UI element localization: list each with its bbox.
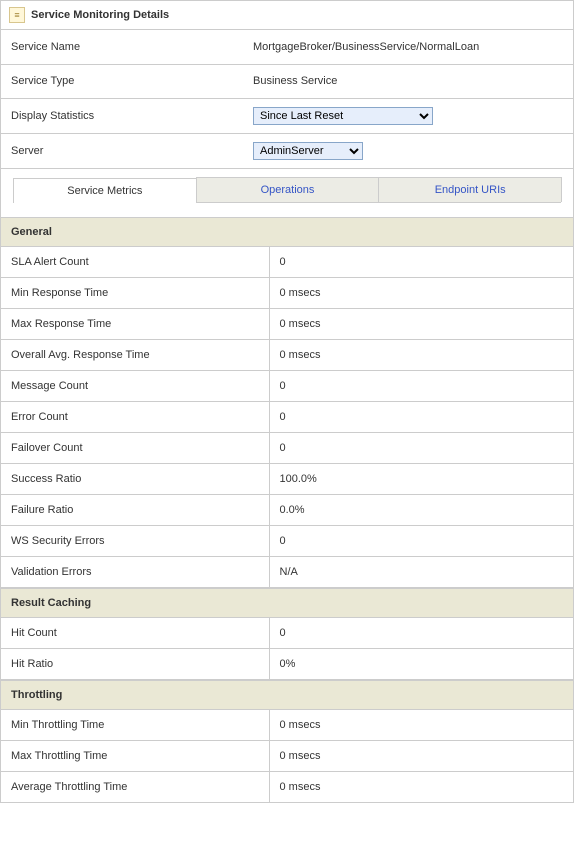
section-header-general: General: [1, 217, 573, 247]
section-throttling: ThrottlingMin Throttling Time0 msecsMax …: [1, 680, 573, 803]
metric-value: 0 msecs: [269, 339, 573, 370]
metric-value: 0 msecs: [269, 771, 573, 802]
metric-label: SLA Alert Count: [1, 247, 269, 278]
metrics-table: Hit Count0Hit Ratio0%: [1, 618, 573, 680]
metric-value: 0: [269, 247, 573, 278]
metric-label: Success Ratio: [1, 463, 269, 494]
table-row: Success Ratio100.0%: [1, 463, 573, 494]
metric-label: Failover Count: [1, 432, 269, 463]
metric-label: Validation Errors: [1, 556, 269, 587]
metric-label: Overall Avg. Response Time: [1, 339, 269, 370]
document-icon: ≡: [9, 7, 25, 23]
table-row: Message Count0: [1, 370, 573, 401]
table-row: SLA Alert Count0: [1, 247, 573, 278]
metric-value: 0: [269, 401, 573, 432]
table-row: WS Security Errors0: [1, 525, 573, 556]
metric-label: Hit Count: [1, 618, 269, 649]
metric-label: Hit Ratio: [1, 648, 269, 679]
table-row: Max Throttling Time0 msecs: [1, 740, 573, 771]
table-row: Error Count0: [1, 401, 573, 432]
service-type-label: Service Type: [1, 64, 243, 98]
server-label: Server: [1, 133, 243, 168]
sections-container: GeneralSLA Alert Count0Min Response Time…: [1, 217, 573, 803]
service-info-table: Service Name MortgageBroker/BusinessServ…: [1, 30, 573, 169]
display-statistics-select[interactable]: Since Last Reset: [253, 107, 433, 125]
table-row: Max Response Time0 msecs: [1, 308, 573, 339]
metric-value: N/A: [269, 556, 573, 587]
table-row: Failover Count0: [1, 432, 573, 463]
table-row: Min Response Time0 msecs: [1, 277, 573, 308]
metric-label: Min Response Time: [1, 277, 269, 308]
metric-value: 0 msecs: [269, 710, 573, 741]
service-name-label: Service Name: [1, 30, 243, 64]
server-select[interactable]: AdminServer: [253, 142, 363, 160]
section-general: GeneralSLA Alert Count0Min Response Time…: [1, 217, 573, 588]
service-type-value: Business Service: [243, 64, 573, 98]
section-result-caching: Result CachingHit Count0Hit Ratio0%: [1, 588, 573, 680]
metric-value: 0: [269, 525, 573, 556]
section-header-throttling: Throttling: [1, 680, 573, 710]
metric-value: 0%: [269, 648, 573, 679]
table-row: Average Throttling Time0 msecs: [1, 771, 573, 802]
metric-value: 0.0%: [269, 494, 573, 525]
table-row: Failure Ratio0.0%: [1, 494, 573, 525]
metric-label: Message Count: [1, 370, 269, 401]
tabs-container: Service Metrics Operations Endpoint URIs: [1, 169, 573, 203]
table-row: Overall Avg. Response Time0 msecs: [1, 339, 573, 370]
metric-label: Average Throttling Time: [1, 771, 269, 802]
metrics-table: SLA Alert Count0Min Response Time0 msecs…: [1, 247, 573, 588]
metric-value: 0: [269, 432, 573, 463]
metric-label: Error Count: [1, 401, 269, 432]
metric-value: 100.0%: [269, 463, 573, 494]
section-header-result-caching: Result Caching: [1, 588, 573, 618]
metrics-table: Min Throttling Time0 msecsMax Throttling…: [1, 710, 573, 803]
metric-value: 0: [269, 370, 573, 401]
metric-value: 0 msecs: [269, 740, 573, 771]
table-row: Hit Ratio0%: [1, 648, 573, 679]
metric-value: 0: [269, 618, 573, 649]
service-monitoring-panel: ≡ Service Monitoring Details Service Nam…: [0, 0, 574, 803]
metric-label: Min Throttling Time: [1, 710, 269, 741]
metric-label: WS Security Errors: [1, 525, 269, 556]
metric-value: 0 msecs: [269, 277, 573, 308]
table-row: Min Throttling Time0 msecs: [1, 710, 573, 741]
tabs: Service Metrics Operations Endpoint URIs: [13, 177, 561, 203]
tab-operations[interactable]: Operations: [196, 177, 380, 202]
metric-value: 0 msecs: [269, 308, 573, 339]
metric-label: Failure Ratio: [1, 494, 269, 525]
display-statistics-label: Display Statistics: [1, 98, 243, 133]
table-row: Hit Count0: [1, 618, 573, 649]
metric-label: Max Throttling Time: [1, 740, 269, 771]
metric-label: Max Response Time: [1, 308, 269, 339]
tab-endpoint-uris[interactable]: Endpoint URIs: [378, 177, 562, 202]
panel-header: ≡ Service Monitoring Details: [1, 1, 573, 30]
tab-service-metrics[interactable]: Service Metrics: [13, 178, 197, 203]
service-name-value: MortgageBroker/BusinessService/NormalLoa…: [243, 30, 573, 64]
page-title: Service Monitoring Details: [31, 9, 169, 21]
table-row: Validation ErrorsN/A: [1, 556, 573, 587]
